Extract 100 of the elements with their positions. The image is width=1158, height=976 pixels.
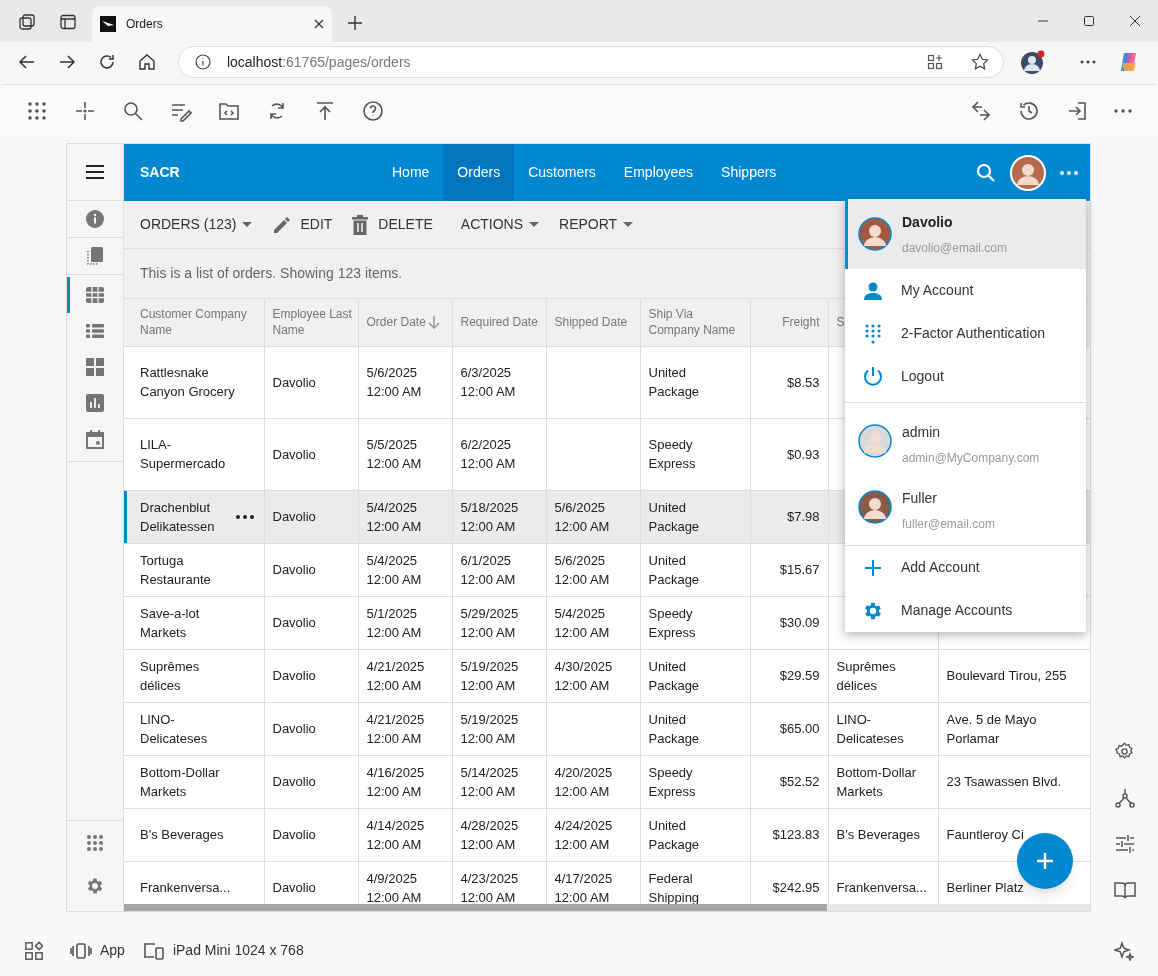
close-icon[interactable]	[1129, 15, 1141, 27]
power-icon	[862, 365, 884, 388]
info-icon	[194, 54, 211, 70]
apps-icon[interactable]	[927, 54, 944, 70]
menu-icon[interactable]	[85, 164, 105, 180]
tree-icon[interactable]	[1114, 788, 1135, 808]
nav-link[interactable]: Customers	[514, 144, 610, 201]
folder-code-icon[interactable]	[218, 100, 240, 122]
toolbar-button[interactable]: REPORT	[559, 214, 634, 235]
swap-icon[interactable]	[970, 100, 992, 122]
nav-link[interactable]: Home	[378, 144, 444, 201]
column-header[interactable]: Employee Last Name	[272, 306, 354, 339]
table-cell: Ave. 5 de Mayo Porlamar	[938, 702, 1090, 755]
more-icon[interactable]	[1080, 60, 1097, 64]
table-cell: 4/30/2025 12:00 AM	[546, 649, 640, 702]
menu-item[interactable]: My Account	[845, 269, 1086, 312]
table-cell: 5/14/2025 12:00 AM	[452, 755, 546, 808]
table-cell: $15.67	[750, 543, 828, 596]
table-cell: Tortuga Restaurante	[124, 543, 264, 596]
settings-icon[interactable]	[85, 876, 105, 896]
maximize-icon[interactable]	[1083, 15, 1095, 27]
sidebar-icon[interactable]	[60, 14, 76, 30]
home-icon[interactable]	[137, 53, 156, 71]
close-icon[interactable]	[314, 19, 324, 29]
table-cell: 6/3/2025 12:00 AM	[452, 346, 546, 418]
caret-icon	[242, 222, 253, 227]
address-bar[interactable]: localhost:61765/pages/orders	[177, 46, 1005, 78]
sparkle-icon[interactable]	[1114, 940, 1134, 961]
table-cell: Bottom-Dollar Markets	[828, 755, 938, 808]
profile-avatar-icon[interactable]	[1020, 49, 1047, 75]
toolbar-button[interactable]: ACTIONS	[460, 214, 540, 235]
nav-link[interactable]: Orders	[443, 144, 515, 201]
table-cell: $30.09	[750, 596, 828, 649]
column-header[interactable]: S	[836, 314, 845, 331]
new-tab-icon[interactable]	[347, 15, 363, 31]
description-text: This is a list of orders. Showing 123 items.	[140, 264, 403, 283]
browser-tab[interactable]: Orders	[92, 6, 332, 42]
caret-icon	[529, 222, 540, 227]
column-header[interactable]: Required Date	[460, 314, 538, 331]
help-icon[interactable]	[362, 100, 384, 122]
horizontal-scrollbar[interactable]	[124, 904, 1090, 911]
table-cell: 5/19/2025 12:00 AM	[452, 702, 546, 755]
table-cell: 4/21/2025 12:00 AM	[358, 702, 452, 755]
table-row[interactable]: B's Beverages Davolio 4/14/2025 12:00 AM 4/28/2025 12:00 AM 4/24/2025 12:00 AM United Package $123.83 B's Beverages Fauntleroy Ci	[124, 808, 1090, 861]
table-cell: $65.00	[750, 702, 828, 755]
nav-link[interactable]: Shippers	[707, 144, 791, 201]
table-cell: Davolio	[264, 596, 358, 649]
toolbar-button[interactable]: EDIT	[272, 214, 333, 235]
table-cell: Save-a-lot Markets	[124, 596, 264, 649]
table-cell: Suprêmes délices	[124, 649, 264, 702]
nav-link[interactable]: Employees	[609, 144, 708, 201]
table-cell: Davolio	[264, 346, 358, 418]
apps-icon[interactable]	[86, 833, 104, 852]
sign-in-icon[interactable]	[1066, 100, 1088, 122]
search-icon[interactable]	[122, 100, 144, 122]
table-cell: 5/5/2025 12:00 AM	[358, 418, 452, 490]
back-icon[interactable]	[18, 53, 36, 71]
settings-icon[interactable]	[1114, 741, 1135, 762]
table-row[interactable]: Suprêmes délices Davolio 4/21/2025 12:00 AM 5/19/2025 12:00 AM 4/30/2025 12:00 AM United Package $29.59 Suprêmes délices Boulevard Tirou, 255	[124, 649, 1090, 702]
forward-icon[interactable]	[57, 53, 76, 71]
dialpad-icon	[863, 322, 883, 345]
apps-icon[interactable]	[26, 100, 48, 122]
book-icon[interactable]	[1113, 880, 1136, 900]
tab-actions-icon[interactable]	[18, 13, 36, 31]
table-cell: 5/6/2025 12:00 AM	[358, 346, 452, 418]
menu-item[interactable]: Add Account	[845, 546, 1086, 589]
column-header[interactable]: Freight	[782, 314, 820, 331]
table-cell: United Package	[640, 490, 750, 543]
devices-icon	[142, 941, 165, 960]
column-header[interactable]: Ship Via Company Name	[648, 306, 746, 339]
bottom-bar-item[interactable]: iPad Mini 1024 x 768	[142, 940, 304, 961]
table-cell: 5/1/2025 12:00 AM	[358, 596, 452, 649]
toolbar-button[interactable]: ORDERS (123)	[140, 214, 253, 235]
favorite-icon[interactable]	[971, 53, 990, 71]
site-icon	[100, 16, 116, 32]
column-header[interactable]: Shipped Date	[554, 314, 628, 331]
widgets-icon[interactable]	[24, 940, 44, 961]
history-icon[interactable]	[1018, 100, 1040, 122]
info-icon	[85, 209, 105, 229]
more-icon[interactable]	[235, 514, 254, 519]
bottom-bar-item[interactable]: App	[70, 940, 125, 961]
app-brand[interactable]: SACR	[140, 162, 378, 183]
user-avatar[interactable]	[1010, 154, 1046, 191]
plus-icon	[1036, 852, 1054, 870]
current-account[interactable]: Davolio davolio@email.com	[845, 199, 1086, 269]
column-header[interactable]: Customer Company Name	[140, 306, 260, 339]
toolbar-button[interactable]: DELETE	[352, 214, 433, 235]
search-icon[interactable]	[976, 162, 996, 183]
sliders-icon[interactable]	[1114, 834, 1135, 854]
upload-icon[interactable]	[314, 100, 336, 122]
table-row[interactable]: Bottom-Dollar Markets Davolio 4/16/2025 12:00 AM 5/14/2025 12:00 AM 4/20/2025 12:00 AM Speedy Express $52.52 Bottom-Dollar Markets 23 Tsawassen Blvd.	[124, 755, 1090, 808]
table-cell: 5/4/2025 12:00 AM	[546, 596, 640, 649]
table-row[interactable]: Frankenversa... Davolio 4/9/2025 12:00 AM 4/23/2025 12:00 AM 4/17/2025 12:00 AM Federal Shipping $242.95 Frankenversa... Berliner Platz	[124, 861, 1090, 904]
column-header[interactable]: Order Date	[366, 314, 440, 331]
phone-vibrate-icon	[70, 942, 92, 959]
table-row[interactable]: LINO-Delicateses Davolio 4/21/2025 12:00 AM 5/19/2025 12:00 AM United Package $65.00 LINO-Delicateses Ave. 5 de Mayo Porlamar	[124, 702, 1090, 755]
more-icon[interactable]	[1114, 109, 1132, 113]
refresh-icon[interactable]	[97, 53, 116, 71]
crosshair-icon[interactable]	[74, 100, 96, 122]
menu-item[interactable]: Logout	[845, 355, 1086, 398]
